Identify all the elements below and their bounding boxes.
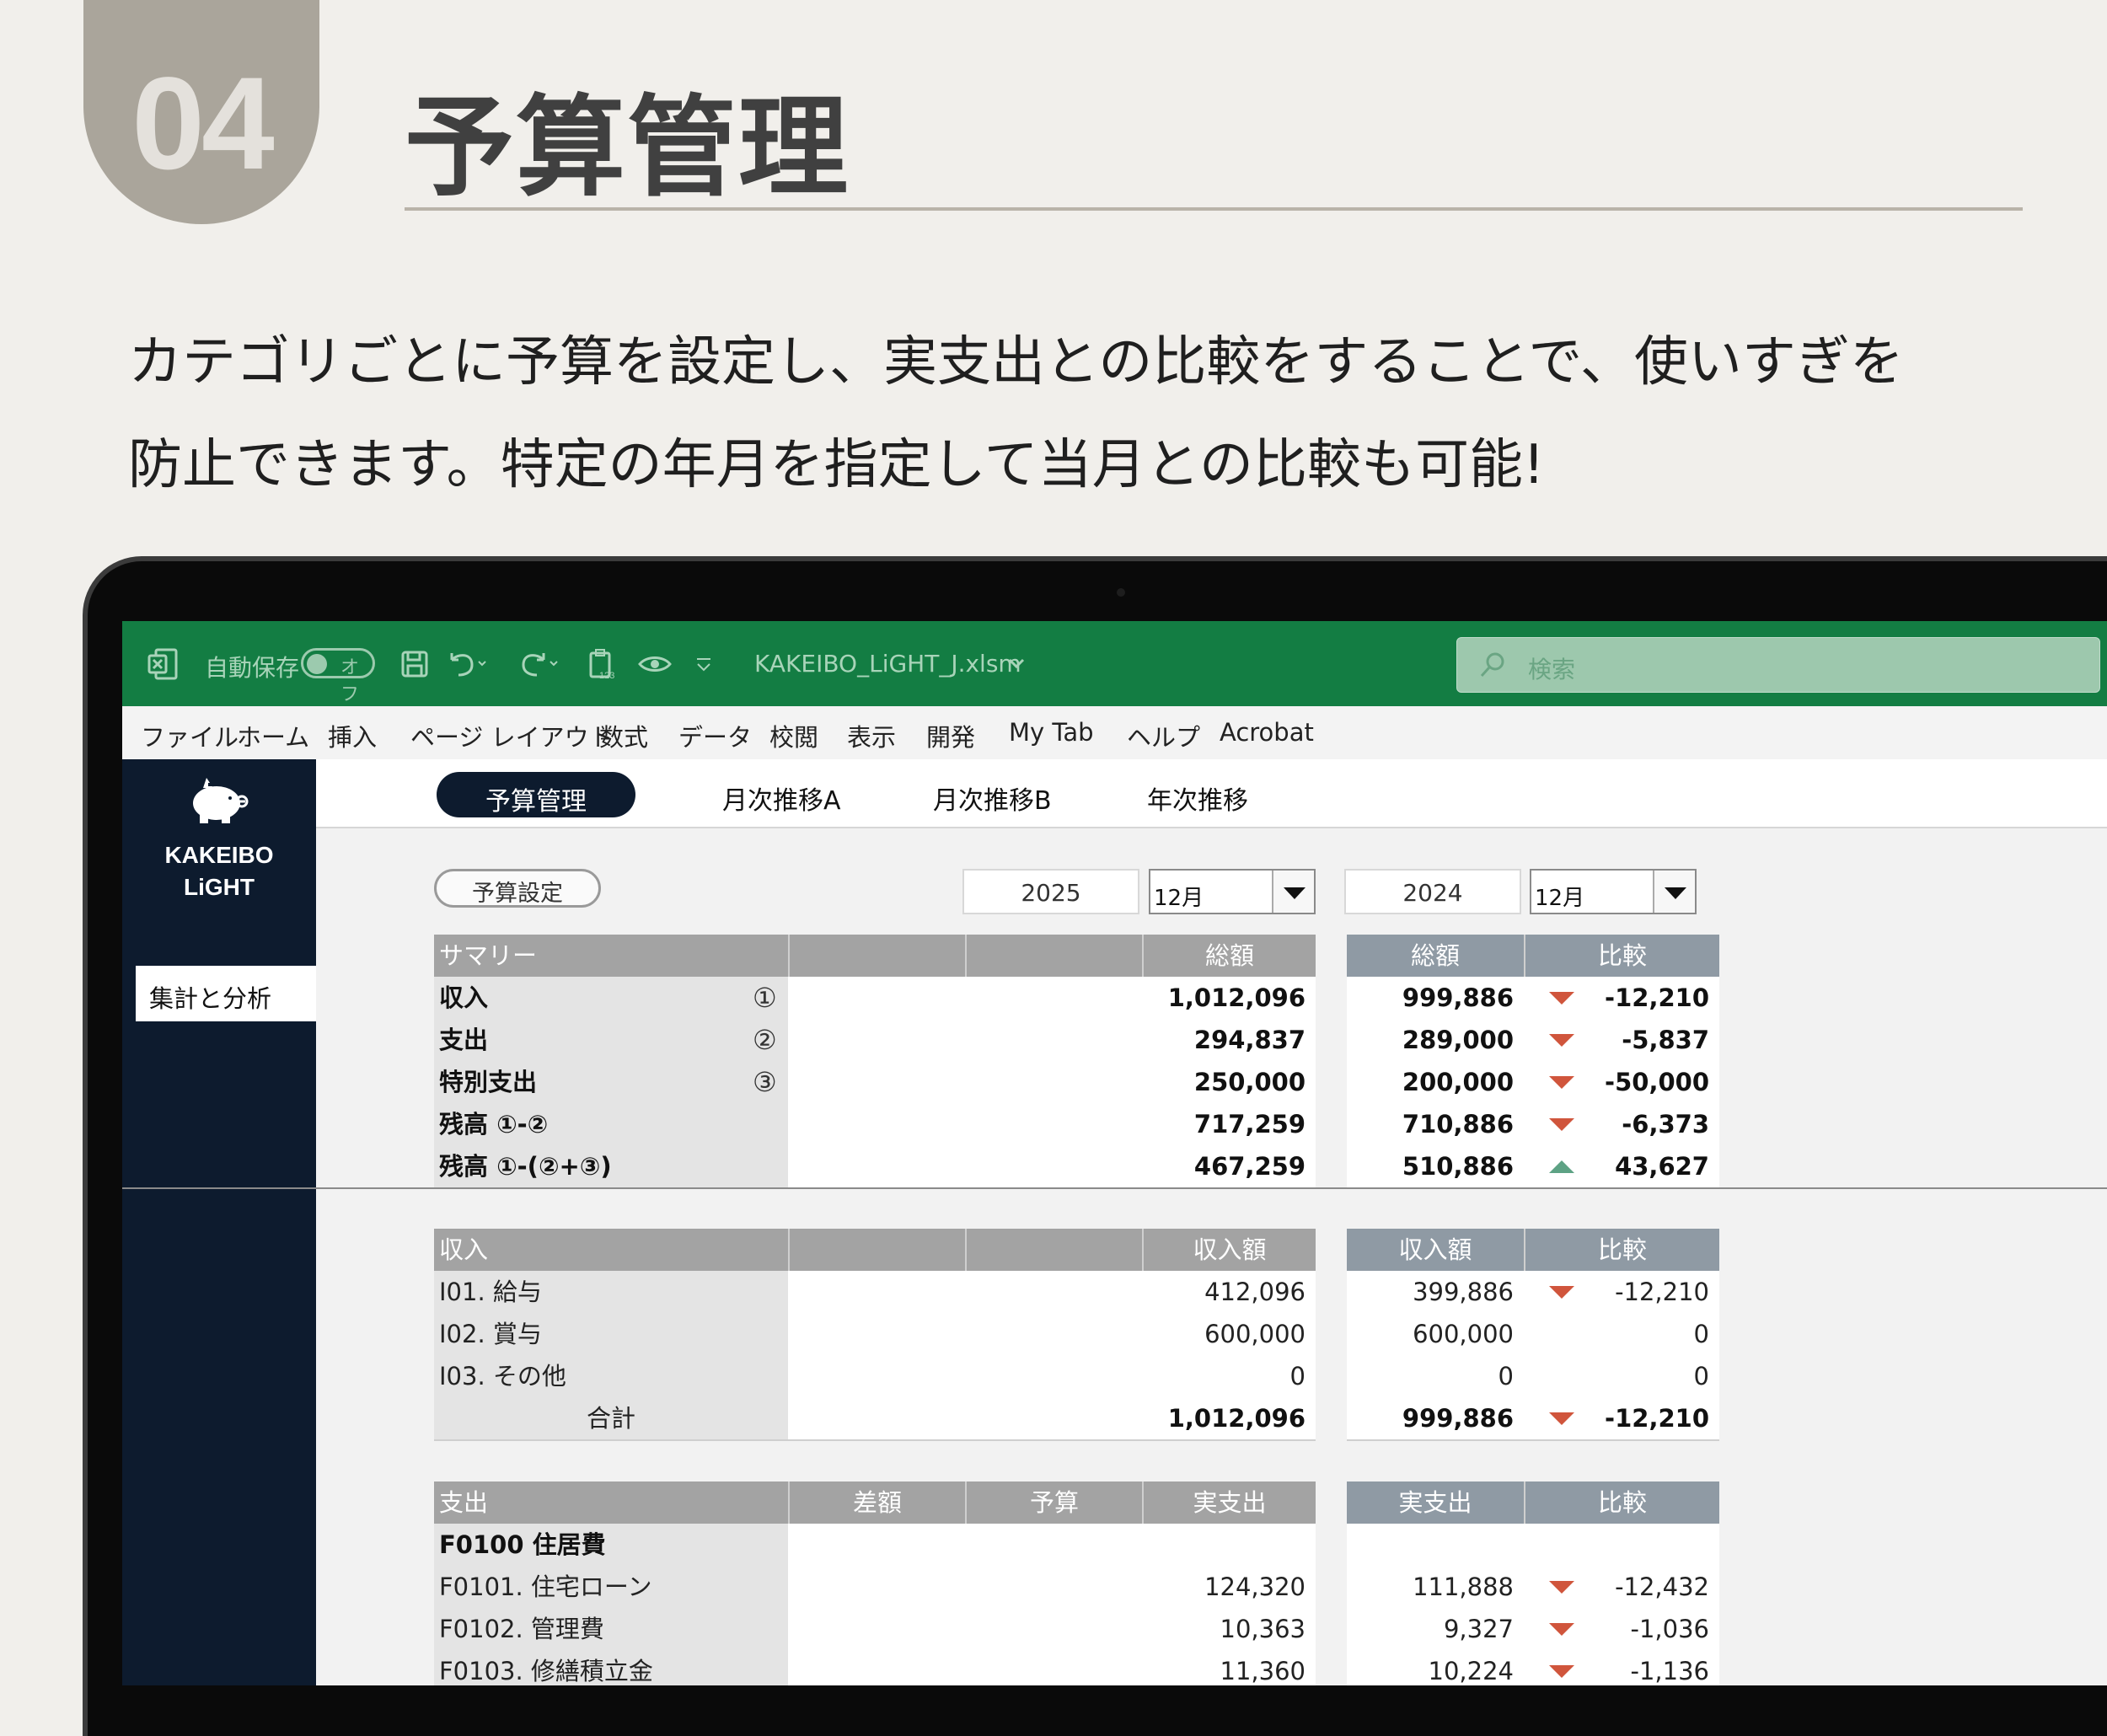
column-header[interactable]: 実支出 [1142,1481,1316,1524]
row-label[interactable]: 特別支出 [434,1061,788,1103]
trend-down-icon [1549,1412,1574,1425]
compare-amount[interactable]: 200,000 [1347,1061,1524,1103]
row-label[interactable]: I01. 給与 [434,1271,788,1313]
compare-amount[interactable]: 0 [1347,1355,1524,1397]
current-amount[interactable]: 124,320 [1142,1566,1316,1608]
row-marker: ① [753,982,777,1014]
compare-amount[interactable]: 710,886 [1347,1103,1524,1145]
column-header[interactable]: 実支出 [1347,1481,1524,1524]
row-marker: ② [753,1024,777,1056]
row-label[interactable]: 支出 [434,1019,788,1061]
current-amount[interactable]: 294,837 [1142,1019,1316,1061]
total-compare[interactable]: 999,886 [1347,1397,1524,1439]
current-amount[interactable]: 467,259 [1142,1145,1316,1187]
compare-amount[interactable]: 9,327 [1347,1608,1524,1650]
current-amount[interactable]: 10,363 [1142,1608,1316,1650]
compare-amount[interactable]: 289,000 [1347,1019,1524,1061]
trend-down-icon [1549,1286,1574,1299]
section-number-tab: 04 [83,0,319,224]
column-header[interactable]: 収入額 [1142,1229,1316,1271]
description-line-1: カテゴリごとに予算を設定し、実支出との比較をすることで、使いすぎを [128,331,1904,394]
trend-down-icon [1549,1034,1574,1047]
trend-down-icon [1549,1665,1574,1678]
compare-amount[interactable]: 600,000 [1347,1313,1524,1355]
compare-amount[interactable]: 999,886 [1347,977,1524,1019]
budget-tables: サマリー 総額 総額 比較 収入 1,012,096 999,886 -12,210 ① 支出 29… [122,621,2107,1685]
page-title: 予算管理 [405,83,850,212]
row-label[interactable]: F0101. 住宅ローン [434,1566,788,1608]
row-marker: ③ [753,1066,777,1098]
current-amount[interactable]: 717,259 [1142,1103,1316,1145]
column-header[interactable]: 総額 [1347,935,1524,977]
section-divider [122,1187,2107,1189]
total-label[interactable]: 合計 [434,1397,788,1439]
current-amount[interactable]: 11,360 [1142,1650,1316,1685]
compare-amount[interactable]: 10,224 [1347,1650,1524,1685]
column-header[interactable]: 差額 [788,1481,965,1524]
column-header[interactable]: 収入 [434,1229,788,1271]
total-amount[interactable]: 1,012,096 [1142,1397,1316,1439]
column-header[interactable]: 比較 [1524,1229,1719,1271]
difference[interactable]: 0 [1524,1355,1719,1397]
compare-amount[interactable]: 510,886 [1347,1145,1524,1187]
column-header[interactable]: サマリー [434,935,788,977]
row-label[interactable]: 残高 ①-(②+③) [434,1145,788,1187]
camera-dot [1117,588,1125,597]
row-label[interactable]: I02. 賞与 [434,1313,788,1355]
row-spacer[interactable] [788,1524,1316,1566]
column-header[interactable] [788,1229,965,1271]
compare-amount[interactable]: 399,886 [1347,1271,1524,1313]
row-label[interactable]: F0102. 管理費 [434,1608,788,1650]
column-header[interactable]: 支出 [434,1481,788,1524]
expense-group-label[interactable]: F0100 住居費 [434,1524,788,1566]
laptop-screen: 自動保存 オフ 123 KAKEIBO_LiGHT_J.xlsm 検索 ファイル… [122,621,2107,1685]
title-divider [405,207,2023,211]
trend-down-icon [1549,1581,1574,1594]
current-amount[interactable]: 412,096 [1142,1271,1316,1313]
row-spacer[interactable] [1347,1524,1719,1566]
row-label[interactable]: I03. その他 [434,1355,788,1397]
column-header[interactable]: 収入額 [1347,1229,1524,1271]
current-amount[interactable]: 250,000 [1142,1061,1316,1103]
column-header[interactable]: 予算 [965,1481,1142,1524]
column-header[interactable]: 比較 [1524,1481,1719,1524]
current-amount[interactable]: 600,000 [1142,1313,1316,1355]
section-number: 04 [131,51,275,197]
description-line-2: 防止できます。特定の年月を指定して当月との比較も可能! [128,434,1545,496]
trend-down-icon [1549,1076,1574,1089]
difference[interactable]: 0 [1524,1313,1719,1355]
row-label[interactable]: 収入 [434,977,788,1019]
table-bottom-border [434,1439,1316,1441]
row-label[interactable]: F0103. 修繕積立金 [434,1650,788,1685]
current-amount[interactable]: 0 [1142,1355,1316,1397]
current-amount[interactable]: 1,012,096 [1142,977,1316,1019]
trend-down-icon [1549,992,1574,1005]
trend-down-icon [1549,1118,1574,1131]
column-header[interactable] [788,935,965,977]
row-label[interactable]: 残高 ①-② [434,1103,788,1145]
table-bottom-border [1347,1439,1719,1441]
column-header[interactable] [965,1229,1142,1271]
trend-up-icon [1549,1160,1574,1173]
compare-amount[interactable]: 111,888 [1347,1566,1524,1608]
column-header[interactable]: 総額 [1142,935,1316,977]
column-header[interactable] [965,935,1142,977]
column-header[interactable]: 比較 [1524,935,1719,977]
trend-down-icon [1549,1623,1574,1636]
